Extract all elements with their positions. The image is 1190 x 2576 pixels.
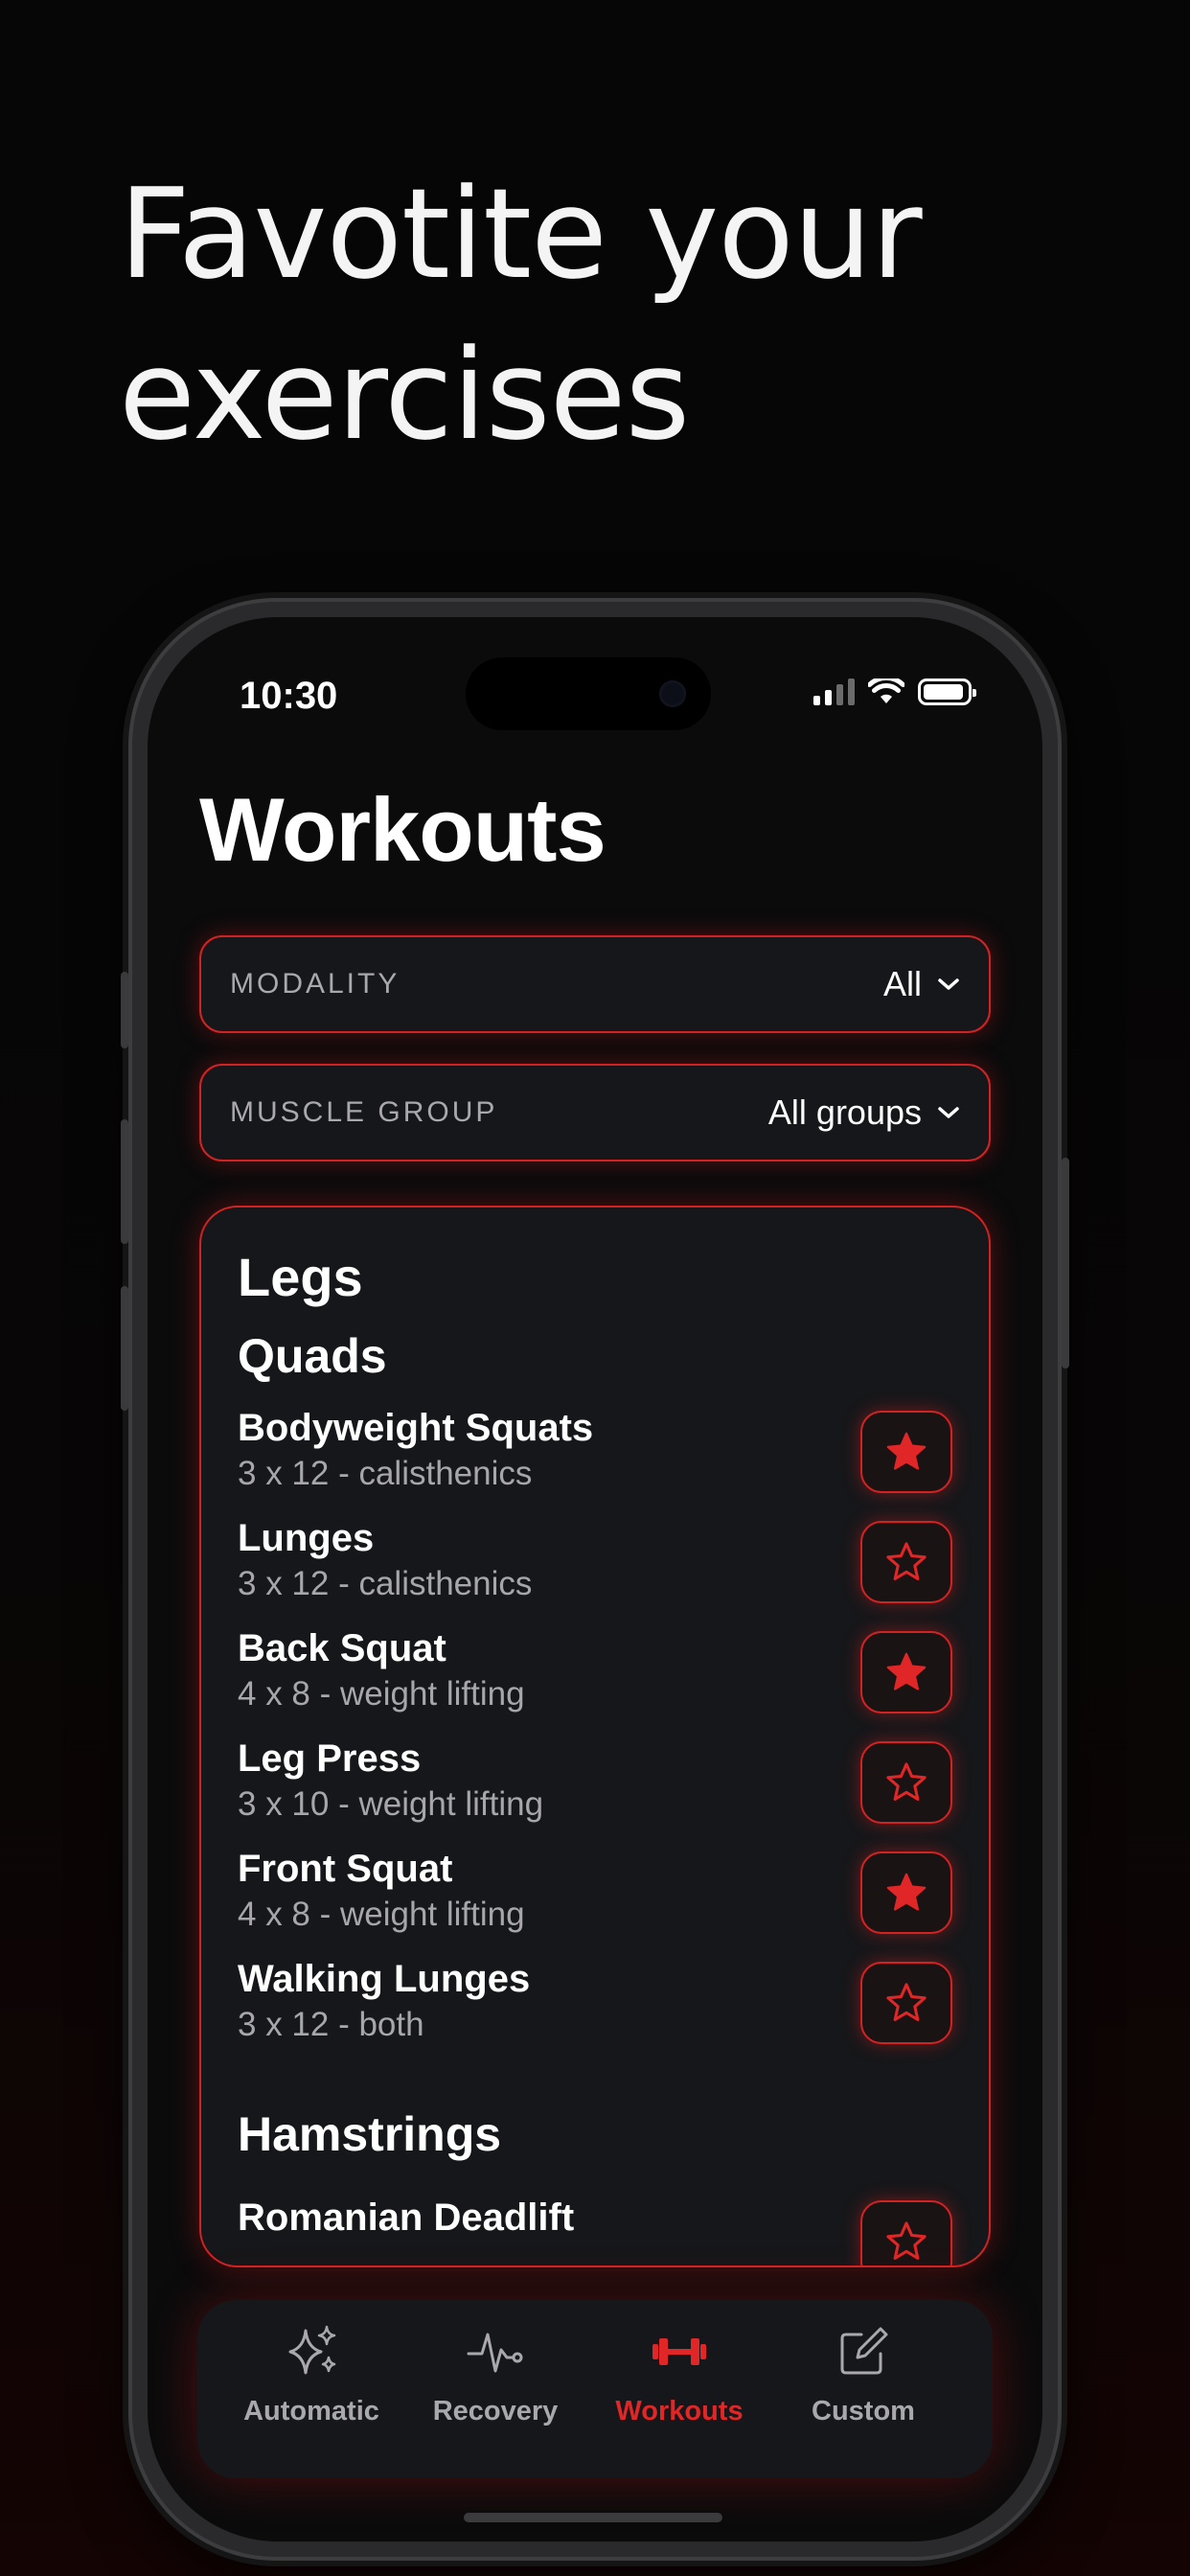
favorite-button[interactable] <box>860 1962 952 2044</box>
headline-line-2: exercises <box>119 322 690 468</box>
exercise-name: Leg Press <box>238 1737 422 1780</box>
exercise-detail: 3 x 10 - weight lifting <box>238 1785 544 1823</box>
tab-recovery[interactable]: Recovery <box>404 2300 586 2478</box>
star-filled-icon <box>886 1432 927 1470</box>
tab-label: Automatic <box>243 2396 379 2426</box>
subgroup-title-hamstrings: Hamstrings <box>238 2107 502 2161</box>
exercise-detail: 4 x 8 - weight lifting <box>238 1896 525 1933</box>
favorite-button[interactable] <box>860 1411 952 1493</box>
headline-line-1: Favotite your <box>119 161 923 307</box>
home-indicator <box>464 2513 722 2522</box>
favorite-button[interactable] <box>860 1521 952 1603</box>
marketing-headline: Favotite your exercises <box>119 153 1077 475</box>
list-item: Leg Press 3 x 10 - weight lifting <box>238 1737 952 1843</box>
star-outline-icon <box>886 2221 927 2260</box>
modality-filter[interactable]: MODALITY All <box>199 935 991 1033</box>
favorite-button[interactable] <box>860 2200 952 2266</box>
page-title: Workouts <box>199 779 606 880</box>
list-item: Romanian Deadlift <box>238 2196 952 2266</box>
list-item: Bodyweight Squats 3 x 12 - calisthenics <box>238 1407 952 1512</box>
list-item: Front Squat 4 x 8 - weight lifting <box>238 1848 952 1953</box>
exercise-name: Romanian Deadlift <box>238 2196 575 2239</box>
battery-icon <box>918 678 976 705</box>
star-filled-icon <box>886 1873 927 1911</box>
star-outline-icon <box>886 1542 927 1580</box>
list-item: Back Squat 4 x 8 - weight lifting <box>238 1627 952 1733</box>
power-button <box>1062 1158 1069 1368</box>
tab-label: Workouts <box>615 2396 744 2426</box>
list-item: Lunges 3 x 12 - calisthenics <box>238 1517 952 1622</box>
tab-label: Custom <box>812 2396 915 2426</box>
phone-screen: 10:30 Workouts MODALITY All MUSCLE GROUP <box>148 617 1042 2542</box>
tab-workouts[interactable]: Workouts <box>588 2300 770 2478</box>
tab-custom[interactable]: Custom <box>772 2300 954 2478</box>
favorite-button[interactable] <box>860 1631 952 1714</box>
exercise-detail: 3 x 12 - calisthenics <box>238 1455 533 1492</box>
chevron-down-icon <box>938 1107 959 1118</box>
camera-icon <box>659 680 686 707</box>
star-outline-icon <box>886 1762 927 1801</box>
status-icons <box>813 678 976 705</box>
modality-filter-value: All <box>882 964 922 1003</box>
exercise-name: Lunges <box>238 1517 375 1559</box>
cellular-signal-icon <box>813 678 855 705</box>
status-time: 10:30 <box>240 675 338 717</box>
muscle-group-filter-value: All groups <box>767 1092 922 1132</box>
volume-down-button <box>121 1286 128 1411</box>
exercise-detail: 4 x 8 - weight lifting <box>238 1675 525 1713</box>
heart-pulse-icon <box>467 2333 523 2373</box>
sparkles-icon <box>288 2325 336 2375</box>
list-item: Walking Lunges 3 x 12 - both <box>238 1958 952 2063</box>
exercise-name: Bodyweight Squats <box>238 1407 594 1449</box>
phone-frame: 10:30 Workouts MODALITY All MUSCLE GROUP <box>121 602 1069 2557</box>
exercise-detail: 3 x 12 - calisthenics <box>238 1565 533 1602</box>
favorite-button[interactable] <box>860 1852 952 1934</box>
exercise-list-card[interactable]: Legs Quads Bodyweight Squats 3 x 12 - ca… <box>199 1206 991 2267</box>
exercise-name: Front Squat <box>238 1848 453 1890</box>
edit-square-icon <box>840 2327 888 2375</box>
subgroup-title-quads: Quads <box>238 1329 387 1383</box>
exercise-name: Walking Lunges <box>238 1958 531 2000</box>
modality-filter-label: MODALITY <box>230 968 400 1000</box>
action-button <box>121 972 128 1048</box>
exercise-detail: 3 x 12 - both <box>238 2006 424 2043</box>
dumbbell-icon <box>652 2338 706 2365</box>
volume-up-button <box>121 1119 128 1244</box>
chevron-down-icon <box>938 978 959 990</box>
muscle-group-filter-label: MUSCLE GROUP <box>230 1096 498 1128</box>
muscle-group-filter[interactable]: MUSCLE GROUP All groups <box>199 1064 991 1162</box>
section-title-legs: Legs <box>238 1247 363 1307</box>
dynamic-island <box>466 657 711 730</box>
wifi-icon <box>868 678 904 703</box>
tab-bar: Automatic Recovery Workouts Custom <box>197 2300 993 2478</box>
tab-label: Recovery <box>432 2396 559 2426</box>
tab-automatic[interactable]: Automatic <box>220 2300 402 2478</box>
favorite-button[interactable] <box>860 1741 952 1824</box>
star-outline-icon <box>886 1983 927 2021</box>
star-filled-icon <box>886 1652 927 1690</box>
exercise-name: Back Squat <box>238 1627 446 1669</box>
